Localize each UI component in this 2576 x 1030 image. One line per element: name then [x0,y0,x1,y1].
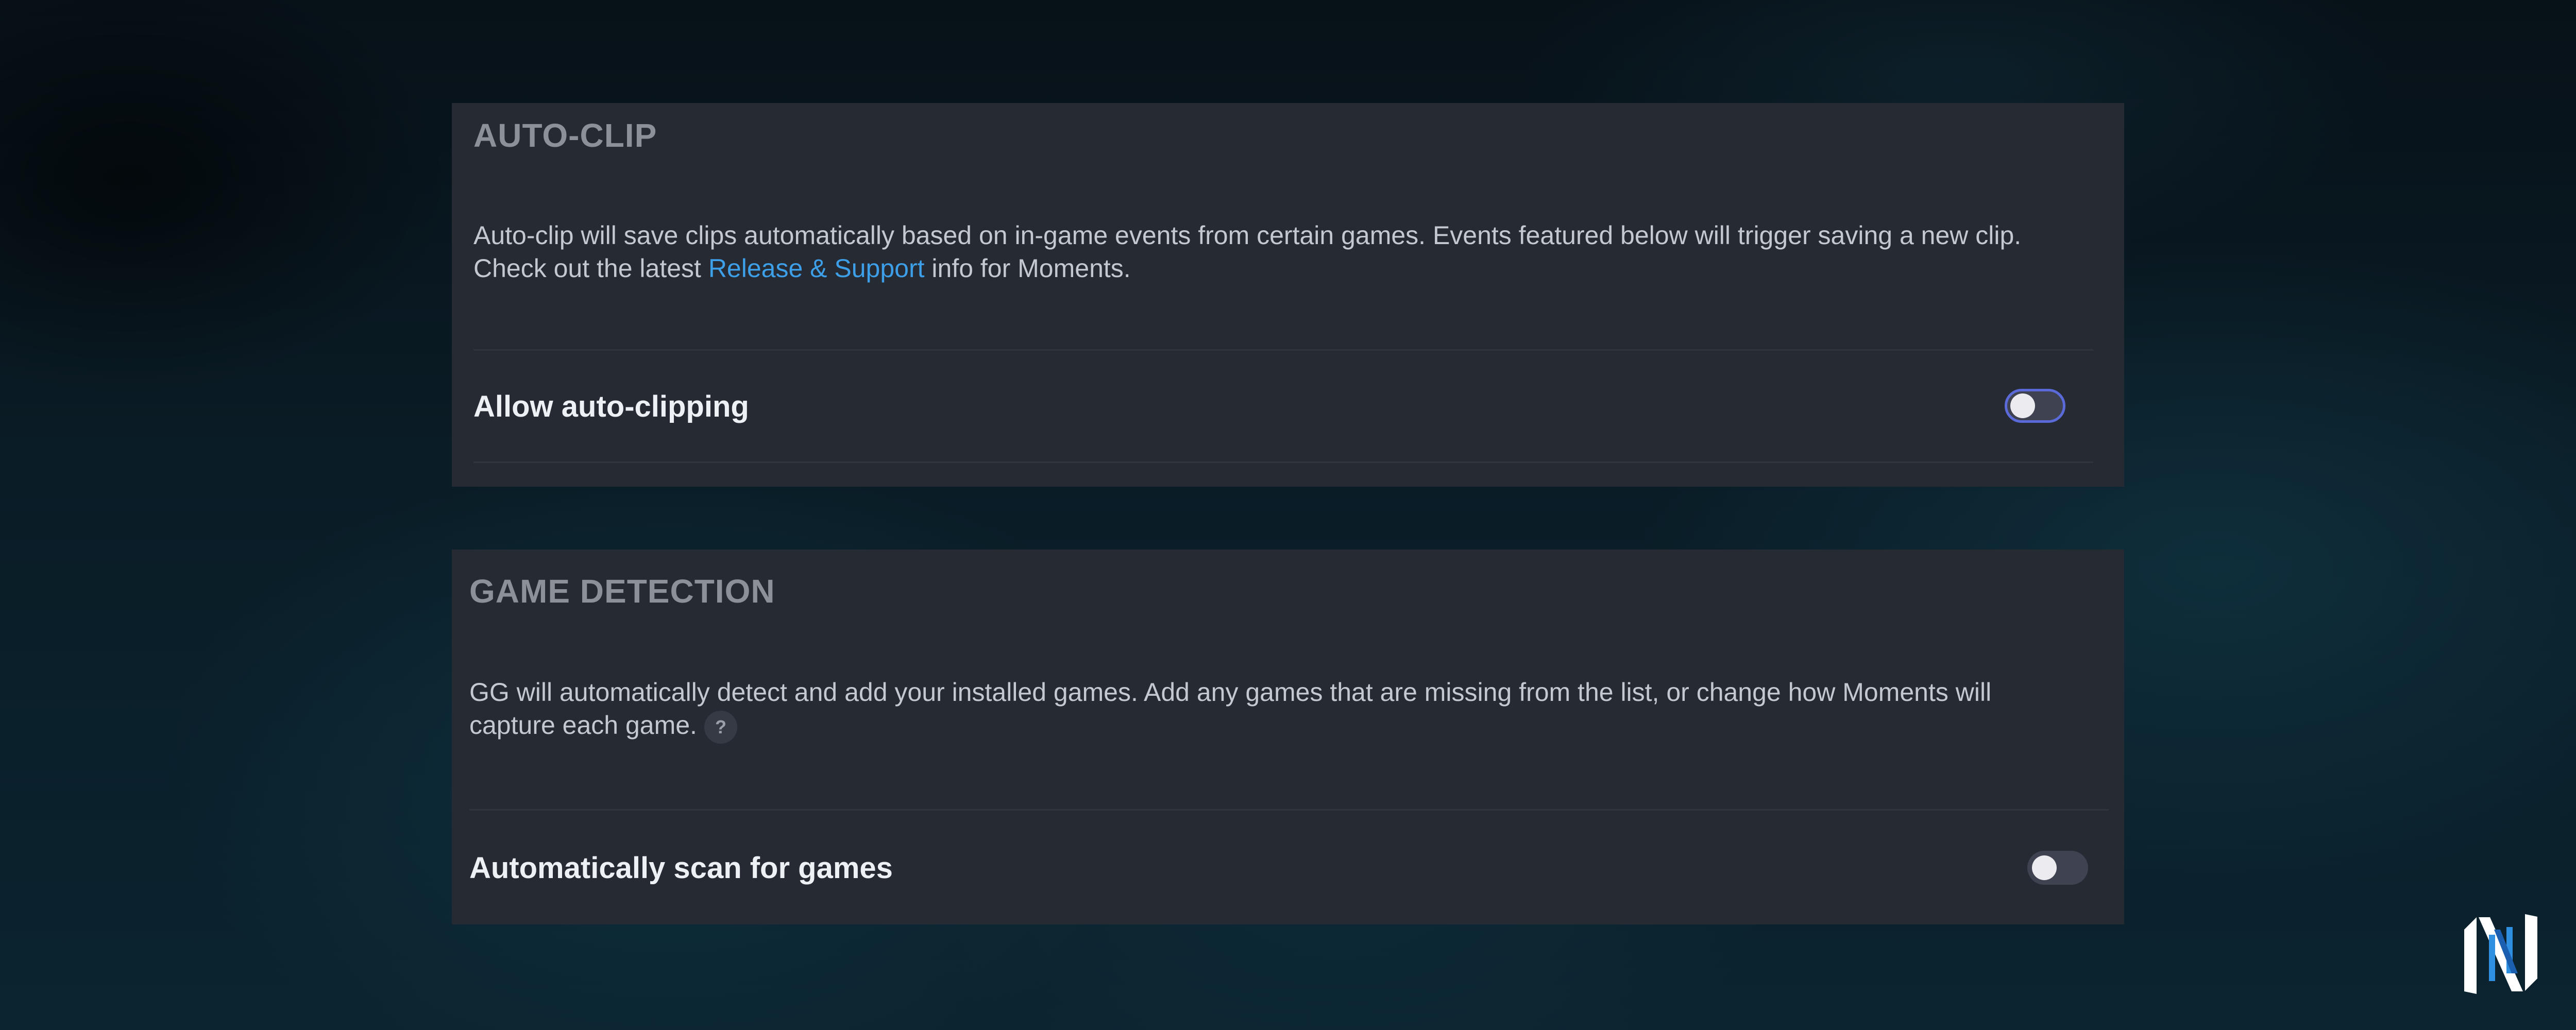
game-detection-description: GG will automatically detect and add you… [469,676,2066,744]
auto-clip-description-suffix: info for Moments. [924,254,1131,283]
game-detection-title: GAME DETECTION [469,573,775,610]
help-icon[interactable]: ? [704,710,737,744]
allow-auto-clipping-toggle[interactable] [2005,389,2065,423]
game-detection-panel: GAME DETECTION GG will automatically det… [452,550,2124,924]
toggle-knob [2032,855,2057,880]
release-support-link[interactable]: Release & Support [708,254,925,283]
game-detection-description-text: GG will automatically detect and add you… [469,678,1992,740]
brand-logo-icon [2464,914,2537,994]
toggle-knob [2010,393,2035,418]
allow-auto-clipping-label: Allow auto-clipping [473,390,749,423]
auto-clip-panel: AUTO-CLIP Auto-clip will save clips auto… [452,103,2124,487]
automatically-scan-label: Automatically scan for games [469,851,893,885]
auto-clip-description-text: Auto-clip will save clips automatically … [473,221,2022,283]
divider [473,349,2093,351]
auto-clip-description: Auto-clip will save clips automatically … [473,219,2071,285]
divider [473,461,2093,463]
automatically-scan-toggle[interactable] [2027,851,2088,885]
divider [469,809,2109,811]
auto-clip-title: AUTO-CLIP [473,117,657,154]
